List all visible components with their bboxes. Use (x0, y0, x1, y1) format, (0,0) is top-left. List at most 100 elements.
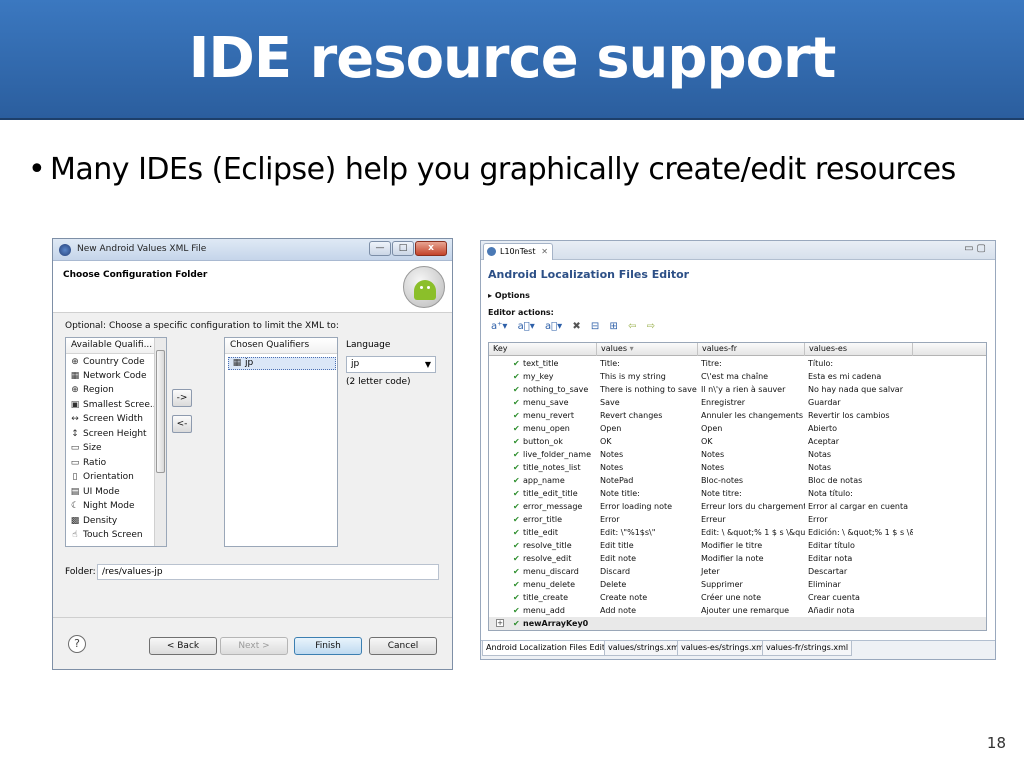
key-cell[interactable]: resolve_title (489, 539, 597, 552)
qualifier-item[interactable]: ☾ Night Mode (69, 499, 135, 513)
value-cell[interactable]: Save (597, 396, 698, 409)
editor-tab[interactable]: L10nTest ✕ (483, 243, 553, 260)
value-cell[interactable]: Error al cargar en cuenta (805, 500, 913, 513)
key-cell[interactable]: live_folder_name (489, 448, 597, 461)
value-cell[interactable]: Eliminar (805, 578, 913, 591)
chosen-qualifiers-list[interactable]: Chosen Qualifiers ▦ jp (224, 337, 338, 547)
value-cell[interactable]: Modifier la note (698, 552, 805, 565)
value-cell[interactable]: Título: (805, 357, 913, 370)
key-cell[interactable]: app_name (489, 474, 597, 487)
value-cell[interactable]: C\'est ma chaîne (698, 370, 805, 383)
maximize-button[interactable]: □ (392, 241, 414, 256)
qualifier-item[interactable]: ▦ Network Code (69, 369, 147, 383)
table-row[interactable]: ✔ menu_open Open Open Abierto (489, 422, 986, 435)
add-array-icon[interactable]: a⃞▾ (518, 321, 535, 332)
table-row[interactable]: ✔ my_key This is my string C\'est ma chaîne… (489, 370, 986, 383)
value-cell[interactable]: OK (597, 435, 698, 448)
table-row[interactable]: ✔ live_folder_name Notes Notes Notas (489, 448, 986, 461)
value-cell[interactable]: Notes (698, 461, 805, 474)
tab-values-es-strings[interactable]: values-es/strings.xml (677, 641, 771, 656)
close-icon[interactable]: ✕ (541, 244, 548, 259)
value-cell[interactable]: This is my string (597, 370, 698, 383)
value-cell[interactable]: NotePad (597, 474, 698, 487)
key-cell[interactable]: nothing_to_save (489, 383, 597, 396)
table-row[interactable]: ✔ app_name NotePad Bloc-notes Bloc de notas (489, 474, 986, 487)
available-list-scrollbar[interactable] (154, 338, 166, 546)
value-cell[interactable]: Title: (597, 357, 698, 370)
value-cell[interactable]: Error (597, 513, 698, 526)
value-cell[interactable]: Modifier le titre (698, 539, 805, 552)
table-row[interactable]: ✔ menu_add Add note Ajouter une remarque Aña… (489, 604, 986, 617)
finish-button[interactable]: Finish (294, 637, 362, 655)
qualifier-item[interactable]: ☝ Touch Screen (69, 528, 142, 542)
minimize-maximize-icon[interactable]: ▭▢ (964, 243, 989, 254)
table-row[interactable]: ✔ menu_delete Delete Supprimer Eliminar (489, 578, 986, 591)
collapse-icon[interactable]: ⊟ (591, 321, 599, 332)
key-cell[interactable]: menu_revert (489, 409, 597, 422)
value-cell[interactable]: Notes (597, 461, 698, 474)
tab-values-fr-strings[interactable]: values-fr/strings.xml (762, 641, 853, 656)
qualifier-item[interactable]: ⊕ Region (69, 383, 114, 397)
minimize-button[interactable]: — (369, 241, 391, 256)
key-cell[interactable]: menu_add (489, 604, 597, 617)
value-cell[interactable]: Ajouter une remarque (698, 604, 805, 617)
key-cell[interactable]: text_title (489, 357, 597, 370)
value-cell[interactable]: Nota título: (805, 487, 913, 500)
available-qualifiers-list[interactable]: Available Qualifi... ⊕ Country Code ▦ Netw… (65, 337, 167, 547)
key-cell[interactable]: error_message (489, 500, 597, 513)
qualifier-item[interactable]: ▯ Orientation (69, 470, 134, 484)
table-row[interactable]: ✔ resolve_edit Edit note Modifier la note Ed… (489, 552, 986, 565)
value-cell[interactable]: Editar título (805, 539, 913, 552)
key-cell[interactable]: title_notes_list (489, 461, 597, 474)
value-cell[interactable]: Abierto (805, 422, 913, 435)
tab-localization-editor[interactable]: Android Localization Files Editor (482, 641, 618, 656)
value-cell[interactable]: Bloc de notas (805, 474, 913, 487)
close-button[interactable]: x (415, 241, 447, 256)
table-row[interactable]: ✔ menu_discard Discard Jeter Descartar (489, 565, 986, 578)
value-cell[interactable]: Erreur lors du chargement n (698, 500, 805, 513)
value-cell[interactable]: Create note (597, 591, 698, 604)
table-row[interactable]: ✔ menu_save Save Enregistrer Guardar (489, 396, 986, 409)
table-row[interactable]: ✔ title_create Create note Créer une note Cr… (489, 591, 986, 604)
delete-icon[interactable]: ✖ (572, 321, 580, 332)
chosen-qualifier-item[interactable]: ▦ jp (228, 357, 336, 370)
value-cell[interactable]: Open (597, 422, 698, 435)
value-cell[interactable]: Error (805, 513, 913, 526)
value-cell[interactable]: Error loading note (597, 500, 698, 513)
table-row[interactable]: ✔ error_title Error Erreur Error (489, 513, 986, 526)
column-values[interactable]: values ▾ (597, 343, 698, 356)
value-cell[interactable]: Erreur (698, 513, 805, 526)
value-cell[interactable]: Titre: (698, 357, 805, 370)
value-cell[interactable]: Edit: \"%1$s\" (597, 526, 698, 539)
value-cell[interactable]: OK (698, 435, 805, 448)
value-cell[interactable]: Bloc-notes (698, 474, 805, 487)
language-select[interactable]: jp ▼ (346, 356, 436, 373)
next-button[interactable]: Next > (220, 637, 288, 655)
qualifier-item[interactable]: ▭ Ratio (69, 456, 106, 470)
value-cell[interactable]: Esta es mi cadena (805, 370, 913, 383)
value-cell[interactable]: Notas (805, 448, 913, 461)
value-cell[interactable]: Revertir los cambios (805, 409, 913, 422)
key-cell[interactable]: newArrayKey0 (489, 617, 689, 630)
value-cell[interactable]: Añadir nota (805, 604, 913, 617)
key-cell[interactable]: menu_delete (489, 578, 597, 591)
qualifier-item[interactable]: ▩ Density (69, 514, 117, 528)
table-row[interactable]: ✔ nothing_to_save There is nothing to save… (489, 383, 986, 396)
qualifier-item[interactable]: ⊕ Country Code (69, 355, 144, 369)
key-cell[interactable]: button_ok (489, 435, 597, 448)
value-cell[interactable]: Edición: \ &quot;% 1 $ s \&q (805, 526, 913, 539)
table-row[interactable]: ✔ title_edit Edit: \"%1$s\" Edit: \ &quot;%… (489, 526, 986, 539)
value-cell[interactable]: Annuler les changements (698, 409, 805, 422)
value-cell[interactable]: Aceptar (805, 435, 913, 448)
value-cell[interactable]: Editar nota (805, 552, 913, 565)
help-icon[interactable]: ? (68, 635, 86, 653)
qualifier-item[interactable]: ▣ Smallest Scree... (69, 398, 159, 412)
cancel-button[interactable]: Cancel (369, 637, 437, 655)
value-cell[interactable]: Edit title (597, 539, 698, 552)
table-row[interactable]: ✔ title_edit_title Note title: Note titre: N… (489, 487, 986, 500)
value-cell[interactable]: Enregistrer (698, 396, 805, 409)
key-cell[interactable]: error_title (489, 513, 597, 526)
value-cell[interactable]: Il n\'y a rien à sauver (698, 383, 805, 396)
redo-icon[interactable]: ⇨ (647, 321, 655, 332)
qualifier-item[interactable]: ↕ Screen Height (69, 427, 146, 441)
